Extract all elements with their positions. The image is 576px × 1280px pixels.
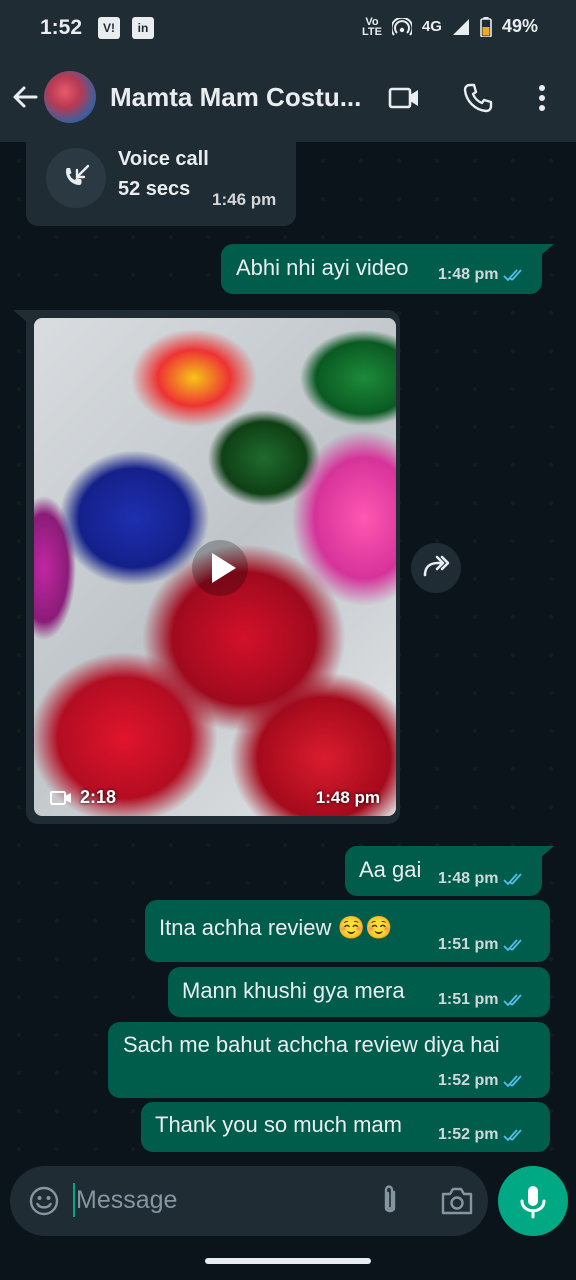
microphone-icon [520, 1186, 546, 1219]
battery-percent: 49% [501, 16, 538, 36]
text-caret [73, 1183, 75, 1217]
status-time: 1:52 [40, 16, 83, 39]
vi-app-icon: V! [98, 17, 120, 39]
signal-icon [452, 18, 469, 35]
play-button[interactable] [192, 540, 248, 596]
message-text: Itna achha review ☺️☺️ [159, 915, 393, 940]
phone-icon[interactable] [462, 82, 494, 114]
more-options-icon[interactable] [526, 82, 558, 114]
bubble-tail [540, 846, 554, 858]
video-message[interactable]: 2:18 1:48 pm [26, 310, 400, 824]
call-duration: 52 secs [118, 178, 191, 200]
message-bubble-outgoing[interactable]: Aa gai 1:48 pm [345, 846, 542, 896]
video-camera-icon [50, 790, 71, 805]
video-duration: 2:18 [50, 787, 116, 808]
message-bubble-outgoing[interactable]: Thank you so much mam 1:52 pm [141, 1102, 550, 1152]
read-ticks-icon [503, 873, 523, 886]
read-ticks-icon [503, 269, 523, 282]
message-time: 1:51 pm [438, 936, 499, 953]
message-text: Thank you so much mam [155, 1112, 402, 1137]
camera-icon[interactable] [440, 1186, 474, 1216]
message-time: 1:51 pm [438, 991, 499, 1008]
video-duration-text: 2:18 [80, 787, 117, 807]
read-ticks-icon [503, 994, 523, 1007]
forward-button[interactable] [411, 543, 461, 593]
message-bubble-outgoing[interactable]: Abhi nhi ayi video 1:48 pm [221, 244, 542, 294]
message-time: 1:48 pm [438, 266, 499, 283]
bubble-tail [13, 310, 27, 322]
read-ticks-icon [503, 939, 523, 952]
back-arrow-icon[interactable] [10, 82, 40, 112]
message-meta: 1:52 pm [438, 1126, 527, 1144]
message-meta: 1:51 pm [438, 936, 527, 954]
linkedin-app-icon: in [132, 17, 154, 39]
emoji-icon[interactable] [28, 1185, 60, 1217]
read-ticks-icon [503, 1129, 523, 1142]
message-text: Mann khushi gya mera [182, 978, 405, 1003]
status-bar: 1:52 V! in Vo LTE 4G 49% [0, 0, 576, 56]
chat-area[interactable]: Voice call 52 secs 1:46 pm Abhi nhi ayi … [0, 142, 576, 1164]
message-time: 1:52 pm [438, 1126, 499, 1143]
message-meta: 1:52 pm [438, 1072, 527, 1090]
status-right-group: Vo LTE 4G 49% [362, 16, 538, 37]
message-time: 1:52 pm [438, 1072, 499, 1089]
video-time: 1:48 pm [315, 788, 380, 807]
hotspot-icon [391, 17, 412, 36]
message-text: Aa gai [359, 857, 422, 882]
message-meta: 1:51 pm [438, 991, 527, 1009]
message-bubble-outgoing[interactable]: Mann khushi gya mera 1:51 pm [168, 967, 550, 1017]
message-time: 1:48 pm [438, 870, 499, 887]
network-type: 4G [421, 18, 442, 35]
read-ticks-icon [503, 1075, 523, 1088]
message-composer[interactable]: Message [10, 1166, 488, 1236]
call-title: Voice call [118, 148, 209, 170]
call-icon-circle [46, 148, 106, 208]
voice-call-message[interactable]: Voice call 52 secs 1:46 pm [26, 142, 296, 226]
message-text: Sach me bahut achcha review diya hai [123, 1032, 500, 1057]
chat-header: Mamta Mam Costu... [0, 56, 576, 142]
message-bubble-outgoing[interactable]: Itna achha review ☺️☺️ 1:51 pm [145, 900, 550, 962]
video-call-icon[interactable] [388, 82, 420, 114]
missed-call-arrow-icon [66, 164, 90, 185]
contact-name[interactable]: Mamta Mam Costu... [110, 82, 361, 113]
message-meta: 1:48 pm [438, 870, 527, 888]
video-thumbnail[interactable]: 2:18 1:48 pm [34, 318, 396, 816]
avatar[interactable] [44, 71, 96, 123]
message-bubble-outgoing[interactable]: Sach me bahut achcha review diya hai 1:5… [108, 1022, 550, 1098]
call-time: 1:46 pm [212, 190, 277, 209]
message-meta: 1:48 pm [438, 266, 527, 284]
play-icon [212, 553, 236, 583]
bubble-tail [540, 244, 554, 256]
forward-icon [423, 555, 450, 577]
attachment-icon[interactable] [374, 1184, 406, 1218]
message-input[interactable]: Message [76, 1186, 177, 1215]
voice-record-button[interactable] [498, 1166, 568, 1236]
message-text: Abhi nhi ayi video [236, 255, 409, 280]
volte-icon: Vo LTE [361, 15, 382, 38]
battery-icon [480, 16, 492, 37]
home-indicator[interactable] [205, 1258, 371, 1264]
